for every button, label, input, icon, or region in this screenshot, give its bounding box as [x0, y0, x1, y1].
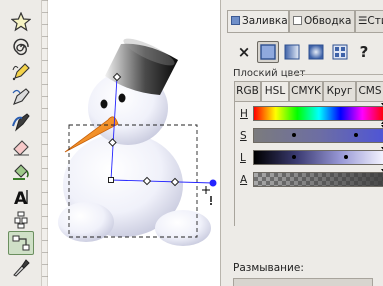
lightness-dot-icon	[292, 155, 296, 159]
linear-gradient-icon	[284, 44, 300, 60]
blur-label-text: Размывание:	[233, 262, 304, 274]
tab-cms-label: CMS	[358, 85, 382, 97]
flat-color-button[interactable]	[257, 41, 279, 63]
dropper-tool-icon[interactable]	[8, 255, 34, 279]
unset-paint-button[interactable]: ?	[353, 41, 375, 63]
alpha-slider[interactable]	[253, 169, 383, 187]
snowman-left-foot	[58, 202, 114, 242]
paint-bucket-tool-icon[interactable]	[8, 160, 34, 184]
cursor-icon	[202, 186, 212, 205]
svg-text:A: A	[14, 189, 28, 207]
linear-gradient-button[interactable]	[281, 41, 303, 63]
pencil-tool-icon[interactable]	[8, 60, 34, 84]
snowman-eye	[100, 99, 108, 109]
tab-hsl[interactable]: HSL	[261, 81, 289, 102]
tab-stroke-label: Обводка	[304, 15, 352, 27]
color-mode-tabs: RGB HSL CMYK Круг CMS	[234, 81, 383, 102]
hue-label: H	[240, 108, 248, 120]
fill-stroke-dock: Заливка Обводка ☰Стиль ×	[220, 0, 383, 286]
spray-tool-icon[interactable]	[8, 208, 34, 232]
gradient-end-handle[interactable]	[209, 179, 217, 187]
fill-checkbox-icon	[231, 16, 240, 25]
flat-color-icon	[260, 44, 276, 60]
alpha-label: A	[240, 174, 248, 186]
tab-style-label: Стиль	[367, 15, 383, 27]
tab-stroke-style[interactable]: ☰Стиль	[355, 10, 383, 32]
lightness-label: L	[240, 152, 246, 164]
star-tool-icon[interactable]	[8, 10, 34, 34]
heading-divider	[291, 74, 383, 75]
tab-rgb-label: RGB	[236, 85, 259, 97]
tab-wheel[interactable]: Круг	[323, 81, 356, 101]
tab-cms[interactable]: CMS	[356, 81, 383, 101]
hue-slider-row: H	[238, 103, 383, 128]
calligraphy-tool-icon[interactable]	[8, 110, 34, 134]
pen-tool-icon[interactable]	[8, 85, 34, 109]
snowman-right-foot	[155, 210, 211, 246]
pattern-icon	[332, 44, 348, 60]
blur-slider[interactable]	[233, 278, 373, 286]
blur-label: Размывание:	[233, 262, 304, 274]
hue-slider[interactable]	[253, 103, 383, 124]
tab-fill[interactable]: Заливка	[227, 10, 289, 33]
spiral-tool-icon[interactable]	[8, 35, 34, 59]
tab-wheel-label: Круг	[326, 85, 353, 97]
radial-gradient-button[interactable]	[305, 41, 327, 63]
tab-cmyk-label: CMYK	[291, 85, 321, 97]
drawing-canvas[interactable]	[48, 0, 220, 286]
connector-tool-icon[interactable]	[8, 231, 34, 255]
unset-paint-icon: ?	[359, 43, 369, 61]
stroke-checkbox-icon	[293, 16, 302, 25]
gradient-center-handle[interactable]	[108, 177, 114, 183]
tab-cmyk[interactable]: CMYK	[289, 81, 323, 101]
fill-tab-panel: × ? Плоский цвет RGB HSL CMYK Круг CMS H…	[227, 32, 383, 286]
saturation-dot-icon	[354, 133, 358, 137]
tab-stroke-paint[interactable]: Обводка	[289, 10, 355, 32]
no-paint-icon: ×	[237, 43, 251, 61]
eraser-tool-icon[interactable]	[8, 135, 34, 159]
lightness-slider-row: L	[238, 147, 383, 172]
radial-gradient-icon	[308, 44, 324, 60]
toolbox: A	[0, 0, 42, 286]
tab-rgb[interactable]: RGB	[234, 81, 261, 101]
lightness-slider[interactable]	[253, 147, 383, 165]
alpha-slider-row: A	[238, 169, 383, 194]
lightness-dot-icon	[344, 155, 348, 159]
no-paint-button[interactable]: ×	[233, 41, 255, 63]
tab-hsl-label: HSL	[264, 85, 286, 97]
snowman-eye	[118, 93, 126, 103]
saturation-dot-icon	[292, 133, 296, 137]
pattern-button[interactable]	[329, 41, 351, 63]
saturation-label: S	[240, 130, 247, 142]
text-tool-icon[interactable]: A	[8, 185, 34, 209]
tab-fill-label: Заливка	[242, 15, 288, 27]
snowman-drawing	[58, 38, 217, 246]
dock-tabs: Заливка Обводка ☰Стиль	[227, 10, 383, 33]
stroke-style-icon: ☰	[358, 15, 368, 27]
saturation-slider[interactable]	[253, 125, 383, 143]
saturation-slider-row: S	[238, 125, 383, 150]
hsl-panel: H S L A	[234, 101, 383, 226]
